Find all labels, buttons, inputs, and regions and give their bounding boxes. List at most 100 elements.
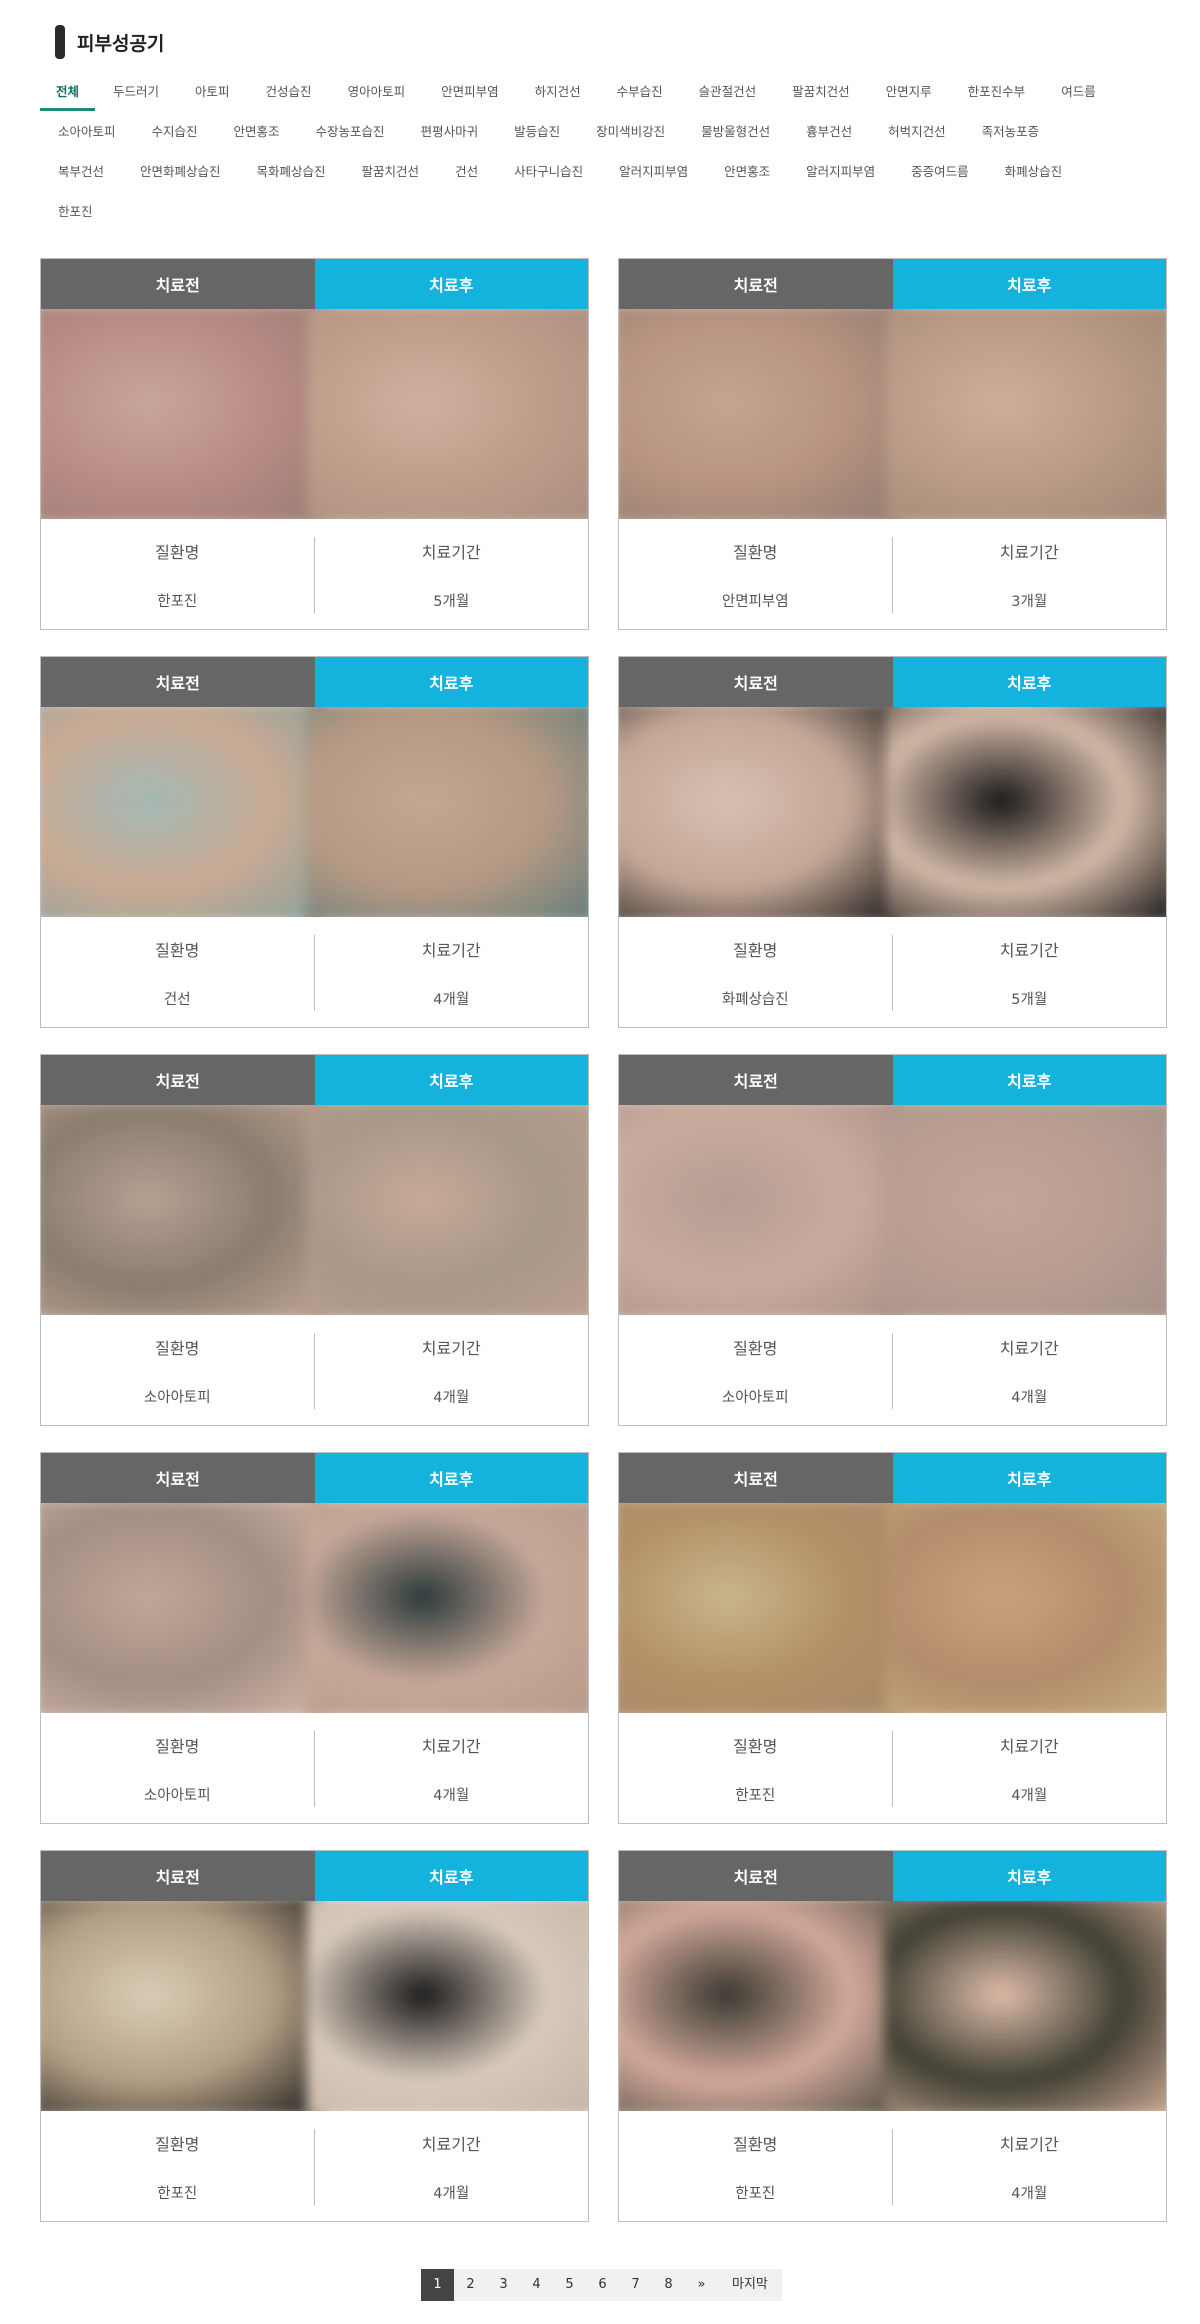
disease-value: 한포진 — [157, 594, 198, 610]
category-tab[interactable]: 안면화폐상습진 — [122, 152, 239, 192]
period-label: 치료기간 — [421, 543, 481, 562]
category-tab[interactable]: 수부습진 — [599, 72, 681, 112]
category-tab[interactable]: 건선 — [437, 152, 496, 192]
category-tab[interactable]: 두드러기 — [95, 72, 177, 112]
category-tab[interactable]: 알러지피부염 — [601, 152, 706, 192]
next-page-button[interactable]: » — [685, 2269, 718, 2301]
disease-value: 소아아토피 — [721, 1390, 789, 1406]
period-value: 5개월 — [433, 594, 470, 610]
disease-label: 질환명 — [155, 2135, 200, 2154]
disease-label: 질환명 — [155, 1339, 200, 1358]
page-button-current[interactable]: 1 — [421, 2269, 454, 2301]
page-button[interactable]: 3 — [487, 2269, 520, 2301]
before-after-photo[interactable] — [619, 707, 1166, 917]
disease-column: 질환명 안면피부염 — [619, 537, 893, 613]
category-tab[interactable]: 건성습진 — [248, 72, 330, 112]
before-label: 치료전 — [41, 259, 315, 309]
period-value: 4개월 — [433, 1390, 470, 1406]
case-card[interactable]: 치료전 치료후 질환명 화폐상습진 치료기간 5개월 — [618, 656, 1167, 1028]
after-photo — [306, 707, 588, 917]
disease-column: 질환명 한포진 — [619, 1731, 893, 1807]
category-tab[interactable]: 알러지피부염 — [788, 152, 893, 192]
period-value: 4개월 — [433, 2186, 470, 2202]
before-after-photo[interactable] — [619, 1105, 1166, 1315]
page-button[interactable]: 6 — [586, 2269, 619, 2301]
case-card[interactable]: 치료전 치료후질환명 한포진 치료기간 4개월 — [618, 1452, 1167, 1824]
category-tab-active[interactable]: 전체 — [40, 72, 96, 112]
before-after-photo[interactable] — [41, 1503, 588, 1713]
disease-value: 한포진 — [735, 1788, 776, 1804]
category-tab[interactable]: 사타구니습진 — [496, 152, 601, 192]
category-tab[interactable]: 편평사마귀 — [403, 112, 497, 152]
before-after-photo[interactable] — [41, 1901, 588, 2111]
page-button[interactable]: 8 — [652, 2269, 685, 2301]
category-tab[interactable]: 안면홍조 — [706, 152, 788, 192]
disease-label: 질환명 — [733, 543, 778, 562]
before-after-photo[interactable] — [619, 309, 1166, 519]
period-column: 치료기간 4개월 — [893, 2129, 1167, 2205]
category-tab[interactable]: 안면피부염 — [423, 72, 517, 112]
after-label: 치료후 — [314, 1055, 588, 1105]
page-button[interactable]: 2 — [454, 2269, 487, 2301]
category-tab[interactable]: 족저농포증 — [964, 112, 1058, 152]
category-tab[interactable]: 소아아토피 — [40, 112, 134, 152]
before-label: 치료전 — [619, 1453, 893, 1503]
before-after-photo[interactable] — [619, 1503, 1166, 1713]
after-photo — [306, 1105, 588, 1315]
category-tab[interactable]: 영아아토피 — [330, 72, 424, 112]
category-tab[interactable]: 복부건선 — [40, 152, 122, 192]
category-tab[interactable]: 팔꿈치건선 — [774, 72, 868, 112]
case-card[interactable]: 치료전 치료후 질환명 소아아토피 치료기간 4개월 — [40, 1054, 589, 1426]
before-after-photo[interactable] — [41, 309, 588, 519]
period-column: 치료기간 4개월 — [315, 2129, 589, 2205]
disease-label: 질환명 — [155, 543, 200, 562]
category-tab[interactable]: 하지건선 — [517, 72, 599, 112]
case-card[interactable]: 치료전 치료후 질환명 한포진 치료기간 4개월 — [40, 1850, 589, 2222]
category-tab[interactable]: 한포진 — [40, 192, 111, 232]
before-after-photo[interactable] — [41, 1105, 588, 1315]
category-tab[interactable]: 수지습진 — [134, 112, 216, 152]
after-label: 치료후 — [892, 657, 1166, 707]
page-button[interactable]: 7 — [619, 2269, 652, 2301]
category-tab[interactable]: 한포진수부 — [950, 72, 1044, 112]
case-card[interactable]: 치료전 치료후 질환명 소아아토피 치료기간 4개월 — [40, 1452, 589, 1824]
category-tab[interactable]: 안면홍조 — [216, 112, 298, 152]
case-card[interactable]: 치료전 치료후 질환명 건선 치료기간 4개월 — [40, 656, 589, 1028]
category-tab[interactable]: 수장농포습진 — [298, 112, 403, 152]
card-info: 질환명 안면피부염 치료기간 3개월 — [619, 519, 1166, 631]
before-label: 치료전 — [41, 1851, 315, 1901]
category-tab[interactable]: 화폐상습진 — [987, 152, 1081, 192]
category-row: 소아아토피 수지습진 안면홍조 수장농포습진 편평사마귀 발등습진 장미색비강진 물방울형건선… — [40, 112, 1170, 152]
page-button[interactable]: 4 — [520, 2269, 553, 2301]
category-tab[interactable]: 장미색비강진 — [578, 112, 683, 152]
last-page-button[interactable]: 마지막 — [718, 2269, 782, 2301]
category-tab[interactable]: 허벅지건선 — [870, 112, 964, 152]
category-row: 전체 두드러기 아토피 건성습진 영아아토피 안면피부염 하지건선 수부습진 슬관절건선 팔꿈치건… — [40, 72, 1170, 112]
category-tab[interactable]: 여드름 — [1043, 72, 1114, 112]
category-tab[interactable]: 목화폐상습진 — [239, 152, 344, 192]
category-tab[interactable]: 흉부건선 — [788, 112, 870, 152]
category-tab[interactable]: 물방울형건선 — [683, 112, 788, 152]
case-card[interactable]: 치료전 치료후 질환명 한포진 치료기간 5개월 — [40, 258, 589, 630]
category-tab[interactable]: 중증여드름 — [893, 152, 987, 192]
case-card[interactable]: 치료전 치료후 질환명 한포진 치료기간 4개월 — [618, 1850, 1167, 2222]
case-card[interactable]: 치료전 치료후 질환명 소아아토피 치료기간 4개월 — [618, 1054, 1167, 1426]
disease-label: 질환명 — [733, 2135, 778, 2154]
page-button[interactable]: 5 — [553, 2269, 586, 2301]
disease-value: 한포진 — [735, 2186, 776, 2202]
category-tab[interactable]: 팔꿈치건선 — [344, 152, 438, 192]
category-tab[interactable]: 안면지루 — [868, 72, 950, 112]
category-tab[interactable]: 슬관절건선 — [681, 72, 775, 112]
case-card[interactable]: 치료전 치료후 질환명 안면피부염 치료기간 3개월 — [618, 258, 1167, 630]
after-label: 치료후 — [892, 1055, 1166, 1105]
before-after-photo[interactable] — [619, 1901, 1166, 2111]
period-label: 치료기간 — [421, 1339, 481, 1358]
period-value: 4개월 — [1011, 1390, 1048, 1406]
category-filter-tabs: 전체 두드러기 아토피 건성습진 영아아토피 안면피부염 하지건선 수부습진 슬관절건선 팔꿈치건… — [40, 72, 1170, 232]
category-tab[interactable]: 발등습진 — [496, 112, 578, 152]
before-after-photo[interactable] — [41, 707, 588, 917]
category-tab[interactable]: 아토피 — [177, 72, 248, 112]
card-info: 질환명 한포진 치료기간 4개월 — [619, 1713, 1166, 1825]
after-label: 치료후 — [892, 1453, 1166, 1503]
period-label: 치료기간 — [421, 941, 481, 960]
